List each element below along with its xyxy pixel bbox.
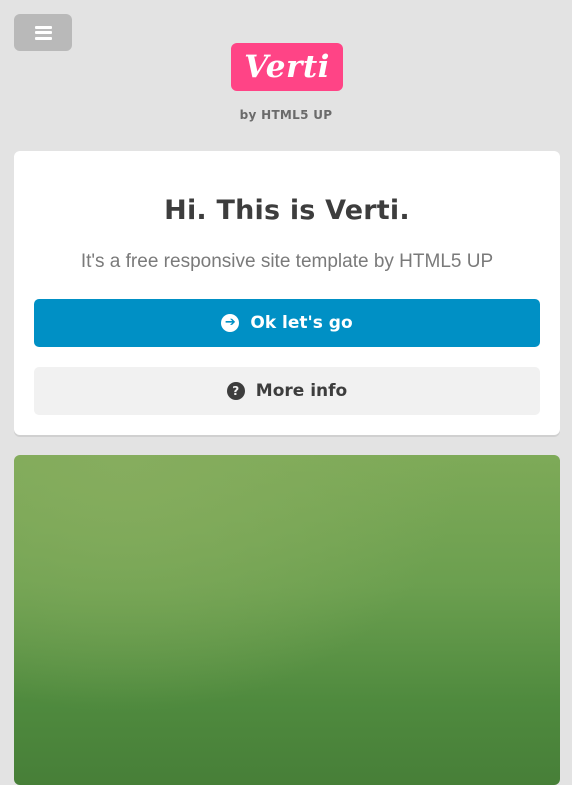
banner-title: Hi. This is Verti. (164, 195, 410, 226)
hamburger-icon (34, 25, 52, 40)
ok-lets-go-button[interactable]: ➔ Ok let's go (34, 299, 540, 347)
more-info-button[interactable]: ? More info (34, 367, 540, 415)
intro-banner: Hi. This is Verti. It's a free responsiv… (14, 151, 560, 435)
site-logo[interactable]: Verti (231, 43, 343, 91)
site-byline: by HTML5 UP (239, 108, 333, 122)
feature-image (14, 455, 560, 785)
ok-lets-go-label: Ok let's go (250, 313, 353, 333)
arrow-circle-right-icon: ➔ (221, 314, 240, 332)
more-info-label: More info (255, 381, 348, 401)
question-circle-icon: ? (226, 382, 245, 400)
banner-subtitle: It's a free responsive site template by … (80, 251, 494, 272)
menu-toggle-button[interactable] (14, 14, 72, 51)
